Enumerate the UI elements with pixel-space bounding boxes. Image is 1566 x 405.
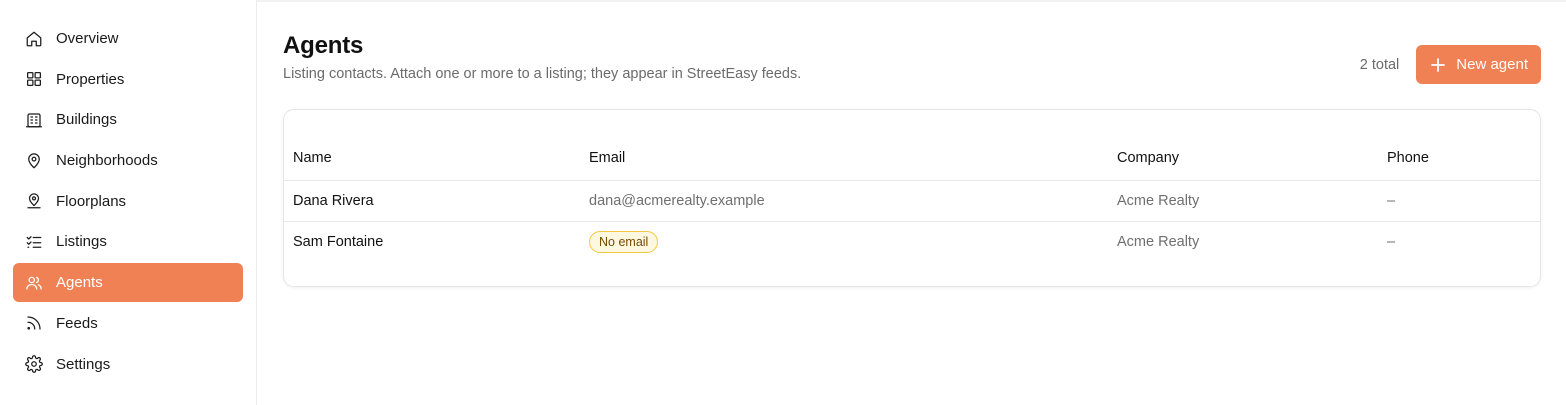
sidebar-item-label: Neighborhoods: [56, 152, 158, 170]
sidebar-item-agents[interactable]: Agents: [13, 263, 243, 303]
rss-icon: [25, 314, 43, 332]
header-actions: 2 total New agent: [1360, 45, 1541, 84]
user-pin-icon: [25, 192, 43, 210]
sidebar-item-label: Buildings: [56, 111, 117, 129]
sidebar-item-neighborhoods[interactable]: Neighborhoods: [13, 141, 243, 180]
new-agent-button-label: New agent: [1456, 56, 1528, 73]
total-count: 2 total: [1359, 56, 1400, 73]
app-root: Overview Properties Buildings Neighborho…: [0, 0, 1566, 405]
agent-email: No email: [580, 221, 1108, 262]
page-title: Agents: [283, 32, 364, 59]
sidebar-item-label: Floorplans: [56, 192, 127, 210]
home-icon: [25, 30, 43, 48]
page-subtitle: Listing contacts. Attach one or more to …: [283, 66, 802, 82]
sidebar-item-floorplans[interactable]: Floorplans: [13, 182, 243, 221]
grid-icon: [25, 70, 43, 88]
map-pin-icon: [25, 152, 43, 170]
column-header-email[interactable]: Email: [580, 136, 1108, 181]
agents-table: Name Email Company Phone Dana Rivera dan…: [284, 136, 1540, 262]
column-header-company[interactable]: Company: [1108, 136, 1378, 181]
checklist-icon: [25, 233, 43, 251]
agent-phone: –: [1378, 180, 1540, 222]
new-agent-button[interactable]: New agent: [1416, 45, 1541, 84]
agent-email: dana@acmerealty.example: [580, 180, 1108, 222]
page-header: Agents Listing contacts. Attach one or m…: [283, 32, 801, 82]
agent-phone: –: [1387, 233, 1396, 250]
sidebar-item-label: Properties: [56, 70, 125, 88]
sidebar-item-label: Agents: [56, 274, 103, 292]
sidebar-item-label: Overview: [56, 30, 119, 47]
agent-name[interactable]: Sam Fontaine: [284, 221, 580, 262]
agents-table-card: Name Email Company Phone Dana Rivera dan…: [283, 109, 1541, 287]
plus-icon: [1430, 57, 1446, 73]
agent-company: Acme Realty: [1108, 180, 1378, 222]
sidebar-item-overview[interactable]: Overview: [13, 19, 243, 58]
users-icon: [25, 274, 43, 292]
column-header-name[interactable]: Name: [284, 136, 580, 181]
agent-company: Acme Realty: [1117, 233, 1200, 250]
table-row[interactable]: Sam Fontaine No email Acme Realty –: [284, 221, 1540, 262]
sidebar-item-listings[interactable]: Listings: [13, 222, 243, 261]
sidebar-item-label: Settings: [56, 355, 111, 373]
table-header-row: Name Email Company Phone: [284, 136, 1540, 181]
sidebar-item-settings[interactable]: Settings: [13, 345, 243, 384]
sidebar-item-label: Feeds: [56, 314, 98, 332]
sidebar-item-feeds[interactable]: Feeds: [13, 304, 243, 343]
main-content: Agents Listing contacts. Attach one or m…: [257, 0, 1566, 405]
sidebar: Overview Properties Buildings Neighborho…: [0, 0, 257, 405]
sidebar-item-buildings[interactable]: Buildings: [13, 100, 243, 139]
column-header-phone[interactable]: Phone: [1378, 136, 1540, 181]
sidebar-item-label: Listings: [56, 233, 107, 251]
sidebar-item-properties[interactable]: Properties: [13, 60, 243, 99]
table-row[interactable]: Dana Rivera dana@acmerealty.example Acme…: [284, 180, 1540, 222]
no-email-badge: No email: [589, 230, 659, 253]
building-icon: [25, 111, 43, 129]
gear-icon: [25, 355, 43, 373]
agent-name[interactable]: Dana Rivera: [284, 180, 580, 222]
